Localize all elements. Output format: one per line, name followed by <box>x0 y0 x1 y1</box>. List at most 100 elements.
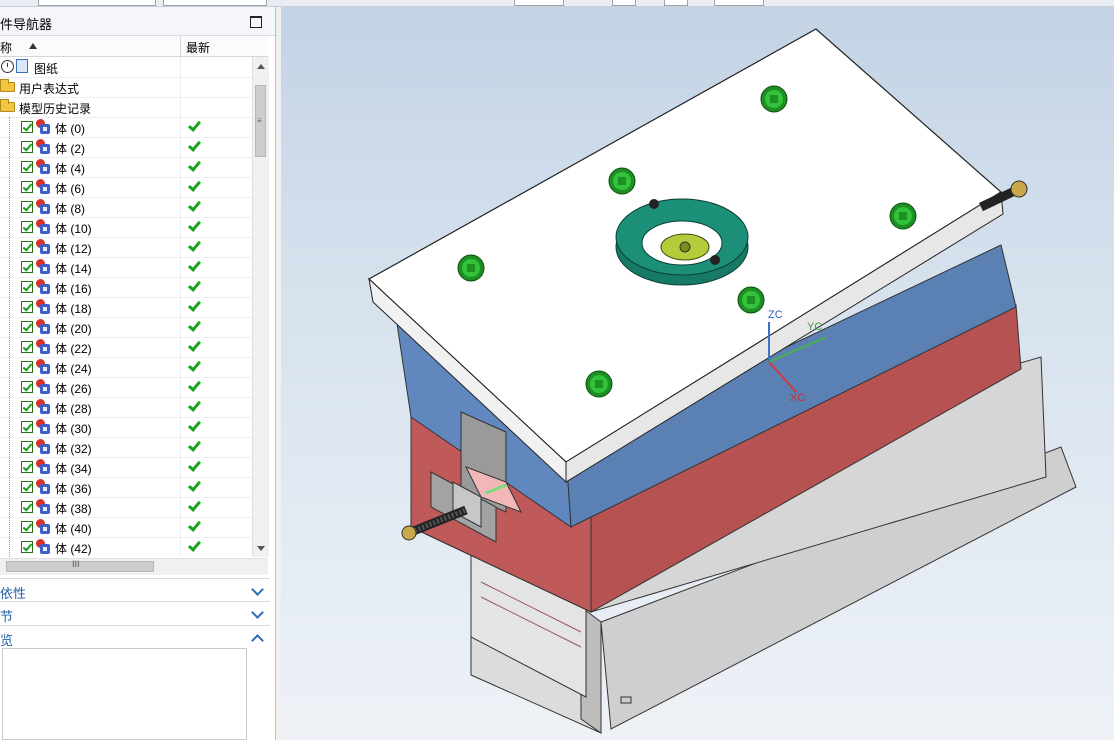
body-feature-icon <box>36 499 51 514</box>
tree-item-label: 体 (36) <box>55 482 92 496</box>
tree-item-body[interactable]: 体 (30) <box>0 417 252 438</box>
preview-area <box>2 648 247 740</box>
drawing-sheet-icon <box>16 59 28 73</box>
dependency-section-header[interactable]: 依性 <box>0 578 270 601</box>
chevron-down-icon[interactable] <box>251 606 264 619</box>
tree-item-body[interactable]: 体 (16) <box>0 277 252 298</box>
tree-item-body[interactable]: 体 (0) <box>0 117 252 138</box>
visibility-checkbox-icon[interactable] <box>21 461 33 473</box>
toolbar-field[interactable] <box>163 0 267 6</box>
up-to-date-check-icon <box>187 519 201 533</box>
visibility-checkbox-icon[interactable] <box>21 121 33 133</box>
tree-item-body[interactable]: 体 (28) <box>0 397 252 418</box>
tree-item-body[interactable]: 体 (40) <box>0 517 252 538</box>
visibility-checkbox-icon[interactable] <box>21 501 33 513</box>
tree-item-user-expressions[interactable]: 用户表达式 <box>0 77 252 98</box>
scroll-down-icon[interactable] <box>257 546 265 551</box>
scroll-up-icon[interactable] <box>257 64 265 69</box>
visibility-checkbox-icon[interactable] <box>21 421 33 433</box>
up-to-date-check-icon <box>187 139 201 153</box>
model-tree: 图纸 用户表达式 模型历史记录 体 (0) 体 (2) 体 (4) 体 (6) 体 (8… <box>0 57 252 557</box>
tree-item-label: 图纸 <box>34 62 59 76</box>
visibility-checkbox-icon[interactable] <box>21 161 33 173</box>
toolbar-button[interactable] <box>664 0 688 6</box>
tree-item-body[interactable]: 体 (20) <box>0 317 252 338</box>
visibility-checkbox-icon[interactable] <box>21 521 33 533</box>
body-feature-icon <box>36 439 51 454</box>
maximize-icon[interactable] <box>250 16 262 28</box>
visibility-checkbox-icon[interactable] <box>21 221 33 233</box>
tree-item-body[interactable]: 体 (2) <box>0 137 252 158</box>
tree-item-label: 体 (18) <box>55 302 92 316</box>
tree-item-body[interactable]: 体 (18) <box>0 297 252 318</box>
visibility-checkbox-icon[interactable] <box>21 241 33 253</box>
body-feature-icon <box>36 279 51 294</box>
toolbar-button[interactable] <box>612 0 636 6</box>
column-name-header[interactable]: 称 <box>0 39 12 56</box>
tree-item-body[interactable]: 体 (42) <box>0 537 252 557</box>
visibility-checkbox-icon[interactable] <box>21 321 33 333</box>
graphics-viewport[interactable]: ZC YC XC <box>281 7 1114 740</box>
tree-item-body[interactable]: 体 (24) <box>0 357 252 378</box>
visibility-checkbox-icon[interactable] <box>21 441 33 453</box>
preview-section-header[interactable]: 览 <box>0 625 270 648</box>
tree-item-body[interactable]: 体 (36) <box>0 477 252 498</box>
scrollbar-thumb[interactable] <box>6 561 154 572</box>
toolbar-button[interactable] <box>514 0 564 6</box>
tree-item-body[interactable]: 体 (4) <box>0 157 252 178</box>
tree-item-body[interactable]: 体 (26) <box>0 377 252 398</box>
tree-item-label: 体 (30) <box>55 422 92 436</box>
visibility-checkbox-icon[interactable] <box>21 541 33 553</box>
chevron-up-icon[interactable] <box>251 634 264 647</box>
sort-ascending-icon[interactable] <box>29 43 37 49</box>
chevron-down-icon[interactable] <box>251 583 264 596</box>
bolt-head <box>401 525 417 541</box>
tree-item-model-history[interactable]: 模型历史记录 <box>0 97 252 118</box>
visibility-checkbox-icon[interactable] <box>21 281 33 293</box>
body-feature-icon <box>36 159 51 174</box>
body-feature-icon <box>36 379 51 394</box>
visibility-checkbox-icon[interactable] <box>21 381 33 393</box>
navigator-horizontal-scrollbar[interactable]: III <box>0 558 268 575</box>
visibility-checkbox-icon[interactable] <box>21 361 33 373</box>
tree-item-drawing[interactable]: 图纸 <box>0 57 252 78</box>
tree-item-body[interactable]: 体 (14) <box>0 257 252 278</box>
tree-item-body[interactable]: 体 (8) <box>0 197 252 218</box>
tree-item-body[interactable]: 体 (6) <box>0 177 252 198</box>
tree-item-body[interactable]: 体 (22) <box>0 337 252 358</box>
section-label: 依性 <box>0 586 27 601</box>
up-to-date-check-icon <box>187 159 201 173</box>
details-section-header[interactable]: 节 <box>0 601 270 624</box>
tree-item-label: 体 (28) <box>55 402 92 416</box>
toolbar-button[interactable] <box>714 0 764 6</box>
toolbar-field[interactable] <box>38 0 156 6</box>
visibility-checkbox-icon[interactable] <box>21 401 33 413</box>
column-divider[interactable] <box>180 36 181 56</box>
visibility-checkbox-icon[interactable] <box>21 261 33 273</box>
body-feature-icon <box>36 359 51 374</box>
visibility-checkbox-icon[interactable] <box>21 181 33 193</box>
tree-item-body[interactable]: 体 (38) <box>0 497 252 518</box>
mold-assembly-model[interactable]: ZC YC XC <box>281 7 1114 740</box>
up-to-date-check-icon <box>187 439 201 453</box>
visibility-checkbox-icon[interactable] <box>21 481 33 493</box>
navigator-vertical-scrollbar[interactable]: ≡ <box>252 57 269 557</box>
tree-item-label: 体 (24) <box>55 362 92 376</box>
visibility-checkbox-icon[interactable] <box>21 301 33 313</box>
up-to-date-check-icon <box>187 379 201 393</box>
up-to-date-check-icon <box>187 259 201 273</box>
section-label: 览 <box>0 633 14 648</box>
tree-item-body[interactable]: 体 (10) <box>0 217 252 238</box>
visibility-checkbox-icon[interactable] <box>21 201 33 213</box>
visibility-checkbox-icon[interactable] <box>21 141 33 153</box>
visibility-checkbox-icon[interactable] <box>21 341 33 353</box>
column-latest-header[interactable]: 最新 <box>186 39 210 56</box>
body-feature-icon <box>36 519 51 534</box>
tree-item-body[interactable]: 体 (34) <box>0 457 252 478</box>
tree-item-body[interactable]: 体 (32) <box>0 437 252 458</box>
part-navigator-panel: 件导航器 称 最新 图纸 用户表达式 模型历史记录 体 (0) 体 (2) 体 (4… <box>0 7 276 740</box>
up-to-date-check-icon <box>187 499 201 513</box>
tree-item-body[interactable]: 体 (12) <box>0 237 252 258</box>
tree-item-label: 体 (26) <box>55 382 92 396</box>
clock-icon <box>1 60 14 73</box>
